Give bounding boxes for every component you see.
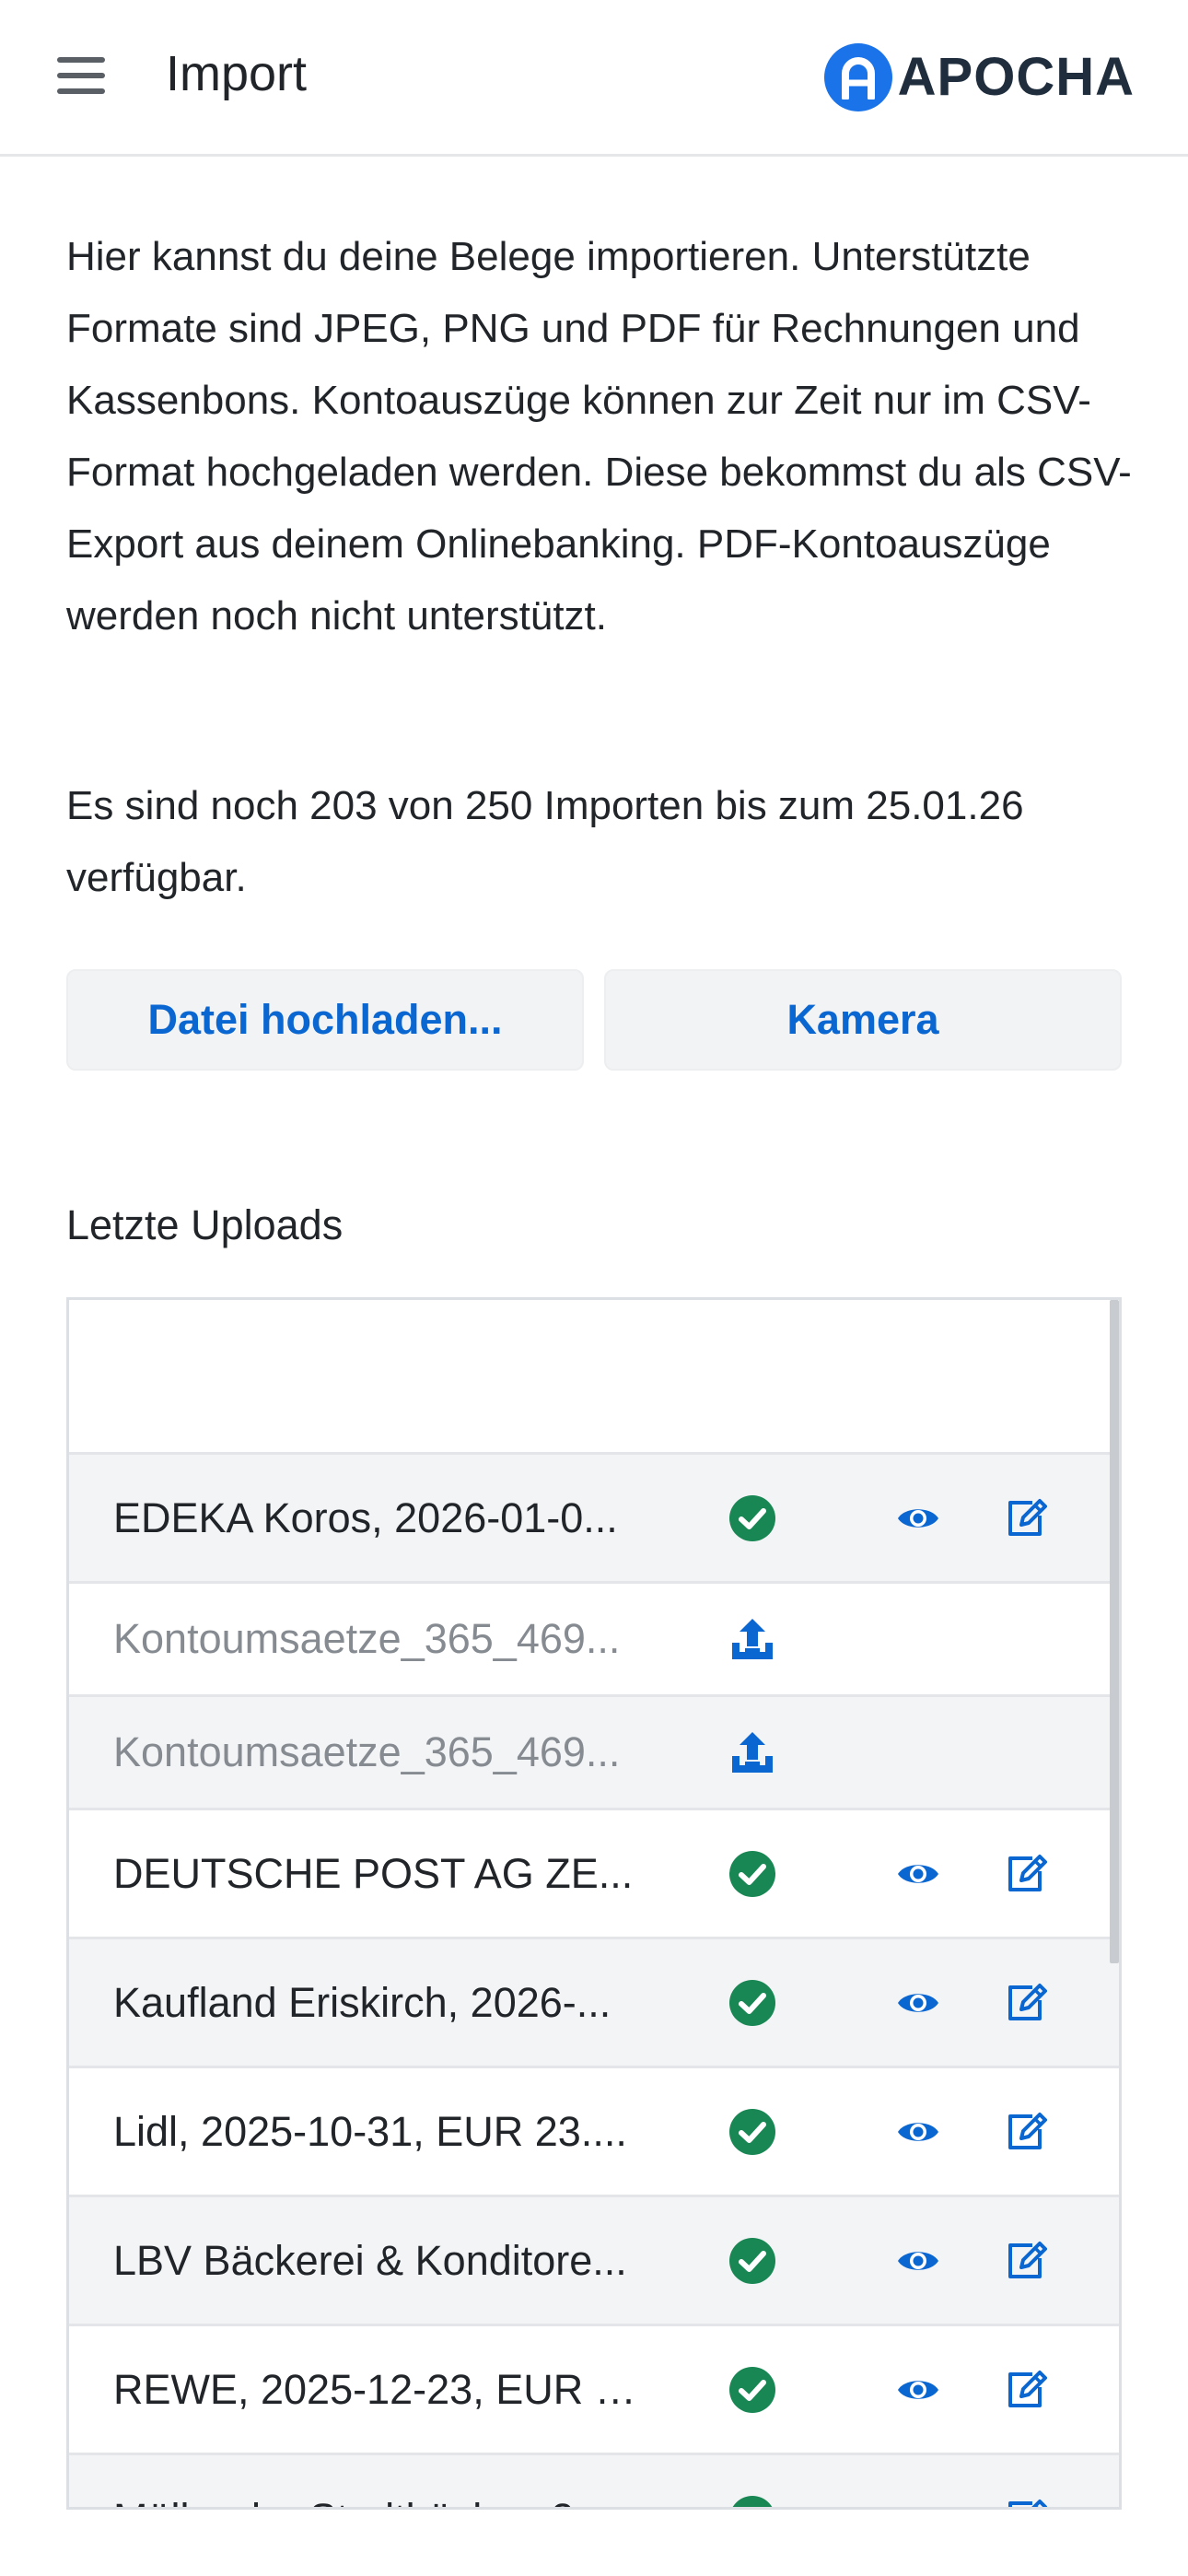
uploads-list: EDEKA Koros, 2026-01-0... Kontoumsaetze_3… [69,1455,1119,2508]
menu-icon[interactable] [57,57,105,94]
upload-name: Kontoumsaetze_365_469... [113,1697,647,1808]
page-title: Import [166,46,308,101]
upload-name-text: LBV Bäckerei & Konditore... [113,2236,627,2284]
upload-name: DEUTSCHE POST AG ZE... [113,1810,647,1937]
upload-row[interactable]: Kontoumsaetze_365_469... [69,1697,1119,1810]
uploads-table[interactable]: EDEKA Koros, 2026-01-0... Kontoumsaetze_3… [66,1297,1122,2510]
recent-uploads-title: Letzte Uploads [66,1201,344,1248]
upload-name-text: EDEKA Koros, 2026-01-0... [113,1493,618,1541]
upload-name: EDEKA Koros, 2026-01-0... [113,1455,647,1581]
check-circle-icon [728,2366,776,2414]
edit-icon[interactable] [1005,1497,1047,1540]
edit-icon[interactable] [1005,2369,1047,2411]
check-circle-icon [728,2495,776,2507]
upload-name-text: Kaufland Eriskirch, 2026-... [113,1978,611,2026]
camera-button[interactable]: Kamera [604,969,1122,1071]
eye-icon[interactable] [896,1503,940,1534]
upload-name-text: DEUTSCHE POST AG ZE... [113,1849,634,1897]
upload-name: Kaufland Eriskirch, 2026-... [113,1939,647,2066]
edit-icon[interactable] [1005,1982,1047,2024]
upload-row[interactable]: Kontoumsaetze_365_469... [69,1584,1119,1697]
upload-row[interactable]: REWE, 2025-12-23, EUR 2... [69,2326,1119,2455]
upload-icon [728,1728,776,1776]
edit-icon[interactable] [1005,2498,1047,2507]
upload-row[interactable]: Lidl, 2025-10-31, EUR 23.... [69,2068,1119,2197]
check-circle-icon [728,1494,776,1542]
upload-name-text: REWE, 2025-12-23, EUR 2... [113,2365,647,2413]
upload-name-text: Lidl, 2025-10-31, EUR 23.... [113,2107,627,2155]
check-circle-icon [728,1979,776,2027]
edit-icon[interactable] [1005,2111,1047,2153]
edit-icon[interactable] [1005,2240,1047,2282]
table-header [69,1300,1119,1455]
upload-name: Lidl, 2025-10-31, EUR 23.... [113,2068,647,2195]
upload-icon [728,1615,776,1663]
table-scrollbar[interactable] [1110,1300,1119,1963]
upload-name-text: Kontoumsaetze_365_469... [113,1615,621,1662]
quota-text: Es sind noch 203 von 250 Importen bis zu… [66,783,1024,900]
logo-text: APOCHA [897,47,1135,107]
upload-name-text: Müller der Stadtbäcker, 2... [113,2495,609,2508]
upload-name: REWE, 2025-12-23, EUR 2... [113,2326,647,2453]
eye-icon[interactable] [896,1987,940,2019]
upload-row[interactable]: EDEKA Koros, 2026-01-0... [69,1455,1119,1584]
apocha-logo: APOCHA [823,42,1135,112]
upload-name-text: Kontoumsaetze_365_469... [113,1728,621,1775]
logo-mark-icon [823,43,892,111]
upload-name: LBV Bäckerei & Konditore... [113,2197,647,2324]
intro-text: Hier kannst du deine Belege importieren.… [66,234,1132,638]
eye-icon[interactable] [896,2245,940,2277]
upload-row[interactable]: DEUTSCHE POST AG ZE... [69,1810,1119,1939]
eye-icon[interactable] [896,1858,940,1890]
upload-file-button[interactable]: Datei hochladen... [66,969,584,1071]
top-bar: Import APOCHA [0,0,1188,157]
edit-icon[interactable] [1005,1853,1047,1895]
upload-name: Müller der Stadtbäcker, 2... [113,2455,647,2508]
upload-row[interactable]: LBV Bäckerei & Konditore... [69,2197,1119,2326]
upload-row[interactable]: Kaufland Eriskirch, 2026-... [69,1939,1119,2068]
eye-icon[interactable] [896,2503,940,2508]
check-circle-icon [728,1850,776,1898]
eye-icon[interactable] [896,2116,940,2148]
check-circle-icon [728,2108,776,2156]
eye-icon[interactable] [896,2374,940,2406]
upload-name: Kontoumsaetze_365_469... [113,1584,647,1694]
check-circle-icon [728,2237,776,2285]
upload-row[interactable]: Müller der Stadtbäcker, 2... [69,2455,1119,2508]
